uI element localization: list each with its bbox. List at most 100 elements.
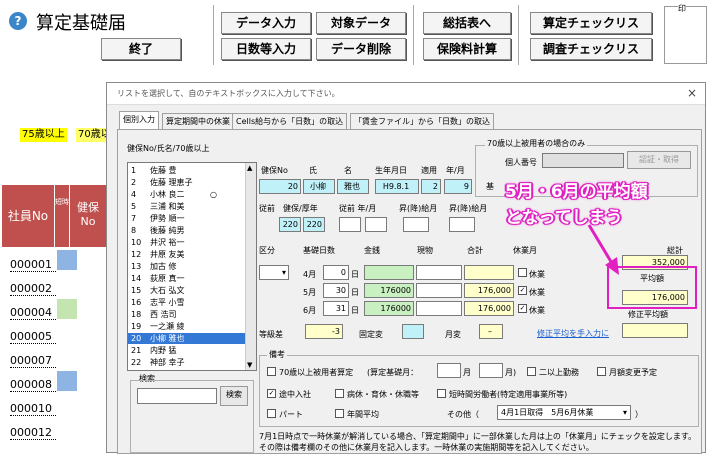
- multi-check[interactable]: [527, 367, 536, 376]
- survey-checklist-button[interactable]: 調査チェックリス: [530, 38, 652, 60]
- print-label: 印: [678, 3, 686, 14]
- list-item[interactable]: 12 井原 友美: [128, 249, 246, 260]
- leave-check-6[interactable]: ✓: [518, 304, 527, 313]
- list-item[interactable]: 8 後藤 純男: [128, 225, 246, 236]
- data-input-button[interactable]: データ入力: [221, 12, 311, 34]
- birth-field[interactable]: H9.8.1: [375, 179, 419, 194]
- days-6[interactable]: 31: [323, 301, 349, 316]
- confirm-button[interactable]: 認証・取得: [627, 151, 691, 169]
- list-item[interactable]: 20 小柳 雅也: [128, 333, 246, 344]
- summary-button[interactable]: 総括表へ: [423, 12, 511, 34]
- money-4[interactable]: [364, 265, 414, 280]
- list-cell: 20: [131, 334, 142, 343]
- leave-check-5[interactable]: ✓: [518, 286, 527, 295]
- part-check[interactable]: [267, 409, 276, 418]
- over70-check[interactable]: [267, 367, 276, 376]
- list-item[interactable]: 13 加古 修: [128, 261, 246, 272]
- list-item[interactable]: 15 大石 弘文: [128, 285, 246, 296]
- promo-field[interactable]: [403, 217, 429, 232]
- midjoin-check[interactable]: ✓: [267, 389, 276, 398]
- list-cell: 16: [131, 298, 142, 307]
- end-button[interactable]: 終了: [101, 38, 181, 60]
- prev-kosei-field[interactable]: 220: [303, 217, 325, 232]
- given-name-field[interactable]: 雅也: [337, 179, 369, 194]
- fixed-field[interactable]: [402, 324, 424, 339]
- list-cell: 荻原 真一: [150, 274, 185, 283]
- list-item[interactable]: 19 一之瀬 綾: [128, 321, 246, 332]
- list-item[interactable]: 2 佐藤 理恵子: [128, 177, 246, 188]
- list-item[interactable]: 16 志平 小雪: [128, 297, 246, 308]
- list-item[interactable]: 21 内野 猛: [128, 345, 246, 356]
- list-cell: 佐藤 理恵子: [150, 178, 193, 187]
- prev-month-field[interactable]: [365, 217, 387, 232]
- list-item[interactable]: 4 小林 良二 ○: [128, 189, 246, 200]
- prev-year-field[interactable]: [339, 217, 361, 232]
- help-icon[interactable]: ?: [9, 12, 27, 30]
- target-data-button[interactable]: 対象データ: [316, 12, 406, 34]
- employee-list[interactable]: 1 佐藤 豊 2 佐藤 理恵子 4 小林 良二 ○ 5 三浦 和美 7 伊勢 順一 8 後藤 純男 10 井…: [127, 162, 257, 371]
- goods-5[interactable]: [416, 283, 462, 298]
- calc-month1-field[interactable]: [437, 363, 461, 378]
- table-row[interactable]: 000004: [10, 306, 56, 320]
- tab-individual[interactable]: 個別入力: [119, 111, 159, 130]
- list-cell: 大石 弘文: [150, 286, 185, 295]
- promo-label: 昇(降)給月: [399, 204, 438, 213]
- tab-wage-import[interactable]: 「賃金ファイル」から「日数」の取込: [350, 113, 494, 129]
- leave-check-4[interactable]: [518, 268, 527, 277]
- prev-kenpo-field[interactable]: 220: [279, 217, 301, 232]
- list-item[interactable]: 18 西 浩司: [128, 309, 246, 320]
- list-cell: 4: [131, 190, 137, 199]
- shorttime-check[interactable]: [437, 389, 446, 398]
- apply-field[interactable]: 2: [421, 179, 441, 194]
- goods-4[interactable]: [416, 265, 462, 280]
- table-row[interactable]: 000005: [10, 330, 56, 344]
- kenpo-no-field[interactable]: 20: [259, 179, 301, 194]
- list-scrollbar[interactable]: ▲ ▼: [245, 163, 256, 370]
- table-row[interactable]: 000008: [10, 378, 56, 392]
- kubun-label: 区分: [259, 246, 275, 255]
- divider: [518, 5, 519, 65]
- list-item[interactable]: 7 伊勢 順一: [128, 213, 246, 224]
- tab-cells-import[interactable]: Cells給与から「日数」の取込: [232, 113, 348, 129]
- close-paren: ）: [635, 410, 643, 419]
- table-row[interactable]: 000012: [10, 426, 56, 440]
- midjoin-label: 途中入社: [279, 390, 311, 399]
- close-icon[interactable]: ×: [687, 86, 697, 100]
- days-input-button[interactable]: 日数等入力: [221, 38, 311, 60]
- search-input[interactable]: [137, 388, 217, 404]
- list-item[interactable]: 22 神部 幸子: [128, 357, 246, 368]
- table-row[interactable]: 000001: [10, 258, 56, 272]
- money-5[interactable]: 176000: [364, 283, 414, 298]
- list-item[interactable]: 5 三浦 和美: [128, 201, 246, 212]
- month-field[interactable]: 9: [444, 179, 472, 194]
- list-item[interactable]: 1 佐藤 豊: [128, 165, 246, 176]
- other-select[interactable]: 4月1日取得 5月6月休業 ▾: [497, 405, 631, 420]
- calc-month2-field[interactable]: [479, 363, 503, 378]
- days-4[interactable]: 0: [323, 265, 349, 280]
- avg-fix-field[interactable]: [622, 323, 688, 338]
- kubun-select[interactable]: ▾: [259, 265, 289, 280]
- table-row[interactable]: 000002: [10, 282, 56, 296]
- tab-leave[interactable]: 算定期間中の休業: [162, 113, 234, 129]
- annual-check[interactable]: [335, 409, 344, 418]
- money-6[interactable]: 176000: [364, 301, 414, 316]
- search-button[interactable]: 検索: [220, 386, 248, 406]
- change-check[interactable]: [597, 367, 606, 376]
- calc-checklist-button[interactable]: 算定チェックリス: [530, 12, 652, 34]
- table-row[interactable]: 000010: [10, 402, 56, 416]
- table-row[interactable]: 000007: [10, 354, 56, 368]
- manual-avg-link[interactable]: 修正平均を手入力に: [537, 328, 609, 339]
- goods-6[interactable]: [416, 301, 462, 316]
- data-delete-button[interactable]: データ削除: [316, 38, 406, 60]
- list-cell: 加古 修: [150, 262, 177, 271]
- insurance-calc-button[interactable]: 保険料計算: [423, 38, 511, 60]
- days-5[interactable]: 30: [323, 283, 349, 298]
- list-item[interactable]: 10 井沢 裕一: [128, 237, 246, 248]
- list-item[interactable]: 14 荻原 真一: [128, 273, 246, 284]
- print-group: [664, 6, 707, 64]
- promo2-field[interactable]: [449, 217, 475, 232]
- personal-no-field[interactable]: [542, 153, 624, 168]
- list-cell: 小柳 雅也: [150, 334, 185, 343]
- surname-field[interactable]: 小柳: [303, 179, 335, 194]
- sick-check[interactable]: [335, 389, 344, 398]
